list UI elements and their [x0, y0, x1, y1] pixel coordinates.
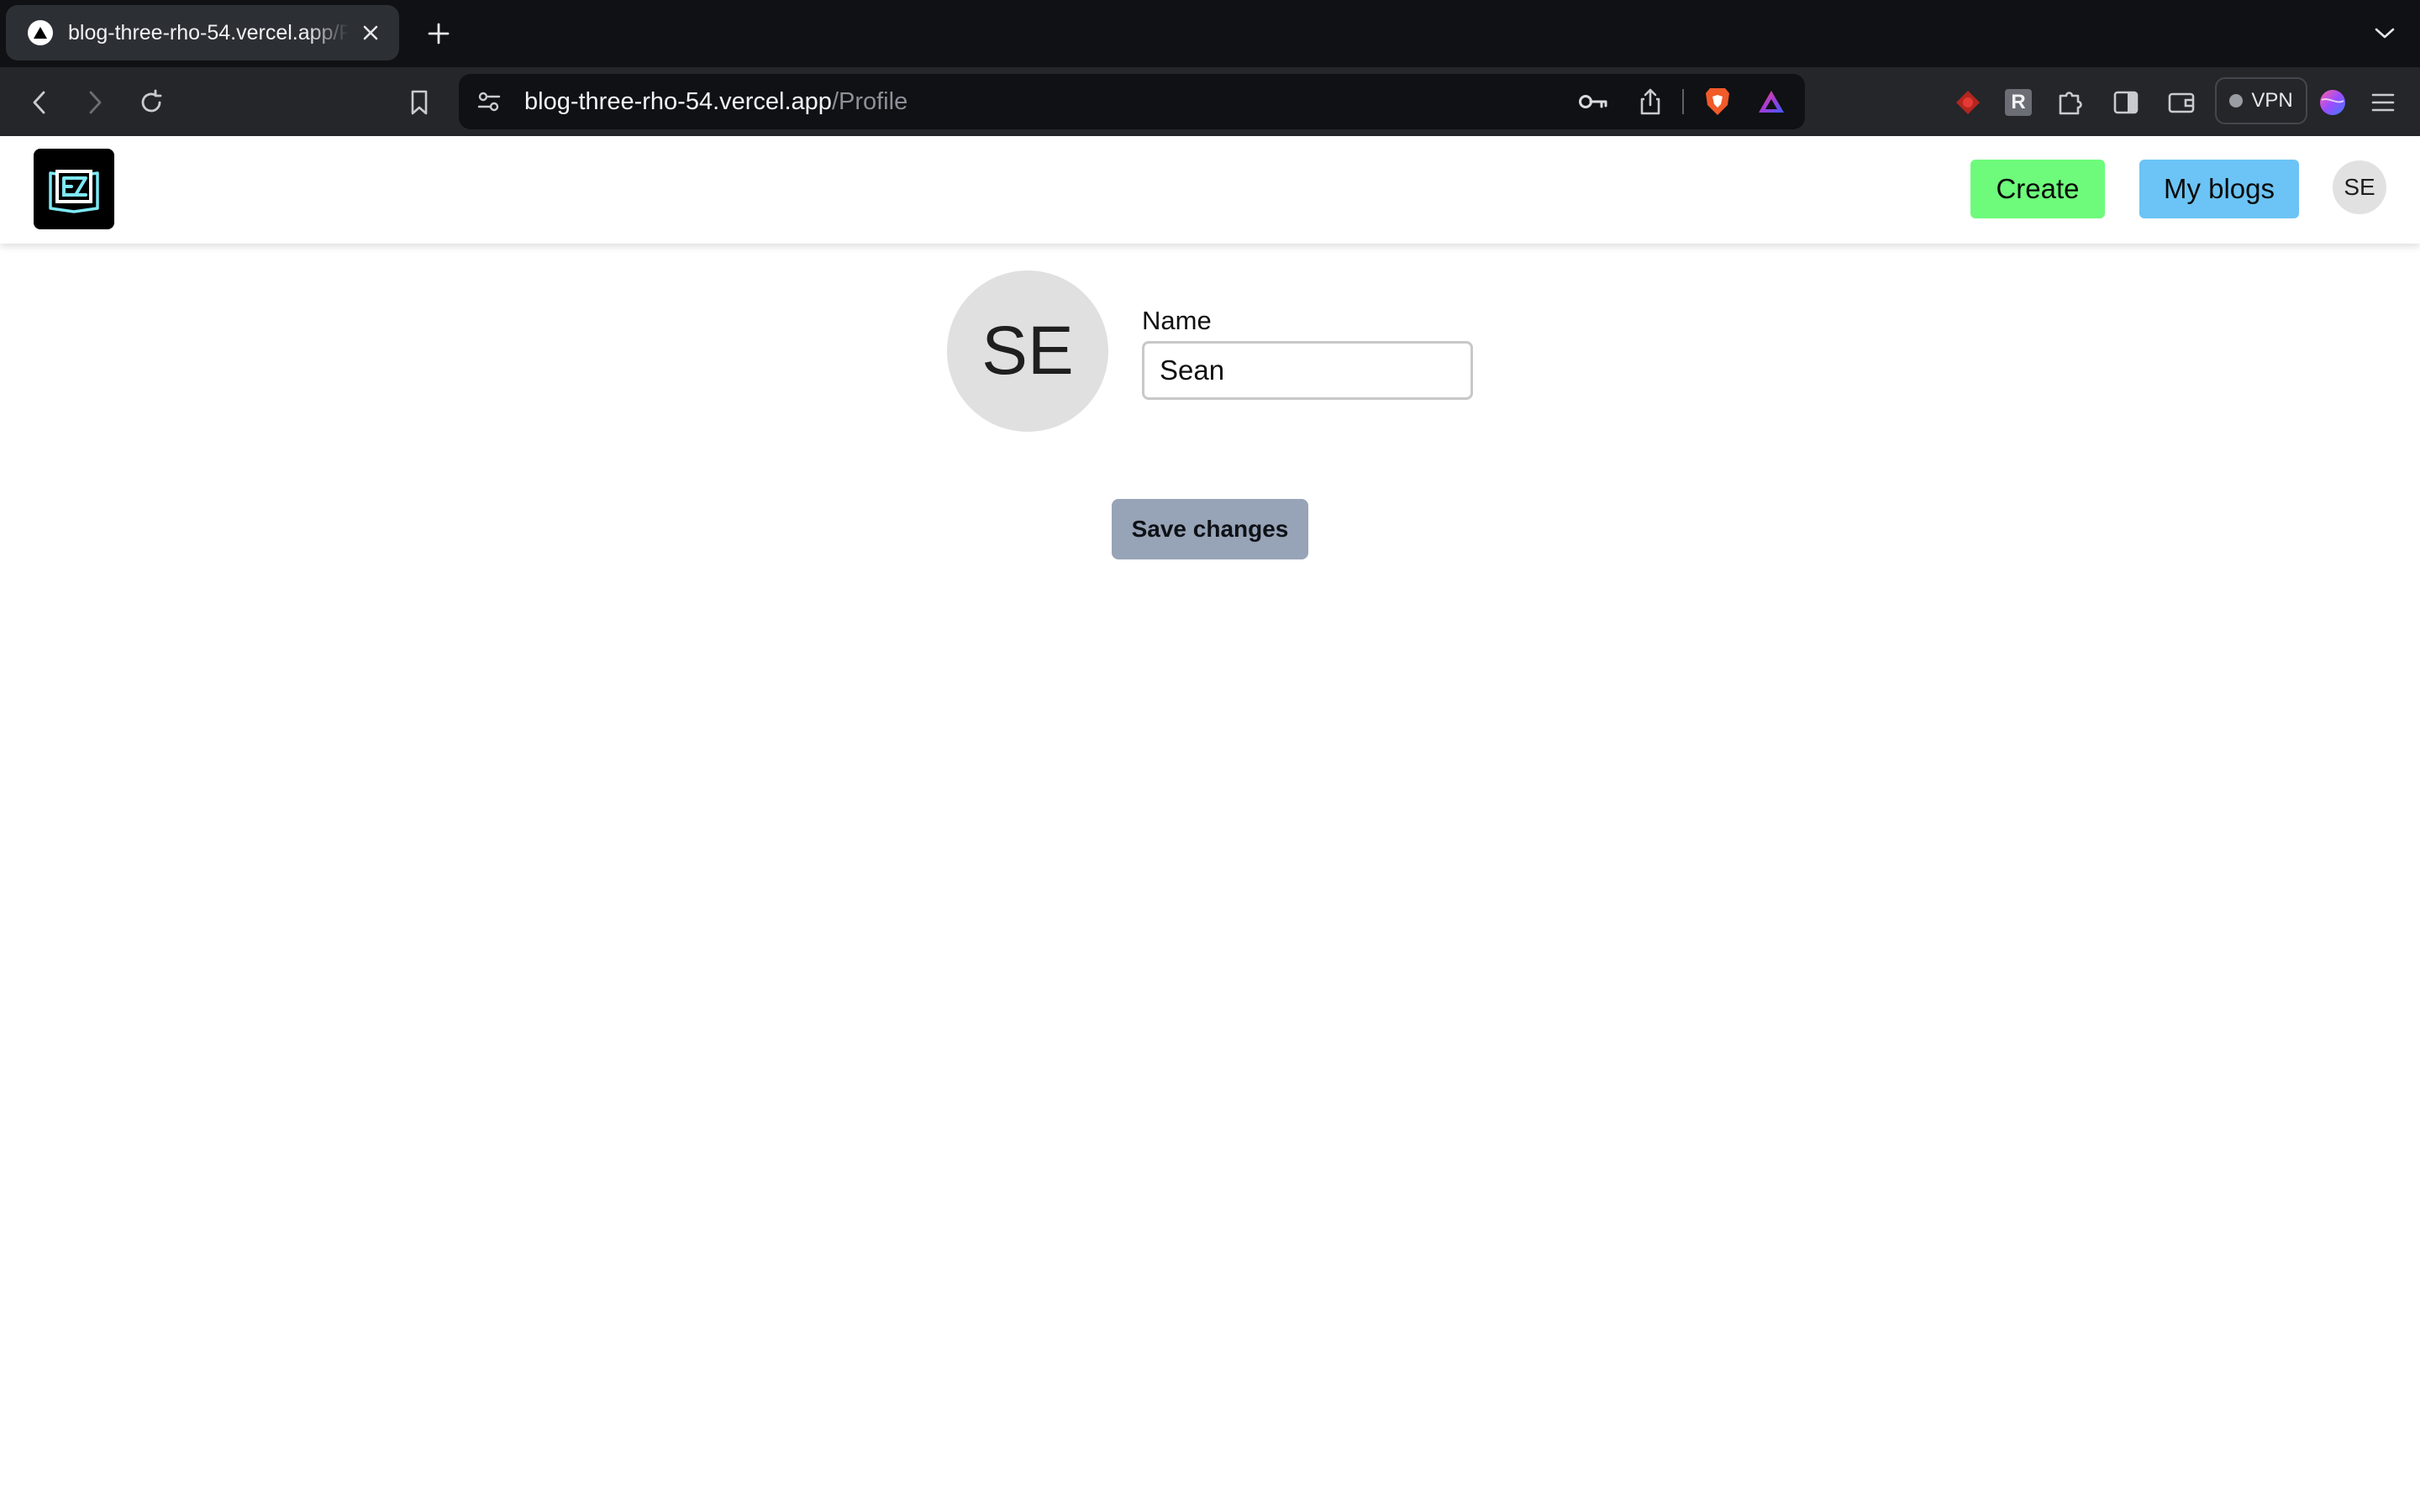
bookmark-button[interactable]	[401, 84, 438, 121]
site-settings-icon[interactable]	[472, 85, 506, 118]
main-menu-button[interactable]	[2365, 84, 2402, 121]
site-header: Create My blogs SE	[0, 136, 2420, 244]
chevron-down-icon	[2375, 28, 2395, 39]
extension-r-button[interactable]: R	[2000, 84, 2037, 121]
url-text[interactable]: blog-three-rho-54.vercel.app/Profile	[524, 74, 908, 129]
share-icon[interactable]	[1634, 85, 1667, 118]
close-icon[interactable]	[357, 19, 384, 46]
url-path: /Profile	[831, 87, 908, 115]
vpn-label: VPN	[2251, 89, 2293, 112]
my-blogs-button[interactable]: My blogs	[2139, 160, 2299, 218]
tab-title: blog-three-rho-54.vercel.app/Profile	[68, 20, 349, 45]
brave-rewards-triangle-icon[interactable]	[1754, 85, 1788, 118]
extensions-button[interactable]	[2052, 84, 2089, 121]
save-changes-button[interactable]: Save changes	[1112, 499, 1308, 559]
profile-globe-icon	[2320, 90, 2345, 115]
sidebar-icon	[2113, 91, 2139, 114]
sidebar-button[interactable]	[2107, 84, 2144, 121]
arrow-left-icon	[33, 91, 45, 114]
tab-search-button[interactable]	[2368, 17, 2402, 50]
new-tab-button[interactable]	[422, 17, 455, 50]
name-label: Name	[1142, 306, 1212, 335]
name-input[interactable]	[1142, 341, 1473, 400]
bookmark-icon	[411, 90, 428, 115]
vpn-status-dot	[2229, 94, 2244, 108]
profile-button[interactable]	[2314, 84, 2351, 121]
extension-red-button[interactable]	[1949, 84, 1986, 121]
browser-tab-active[interactable]: blog-three-rho-54.vercel.app/Profile	[6, 5, 399, 60]
wallet-button[interactable]	[2163, 84, 2200, 121]
forward-button[interactable]	[76, 84, 113, 121]
browser-tab-bar: blog-three-rho-54.vercel.app/Profile	[0, 0, 2420, 67]
wallet-icon	[2168, 92, 2195, 113]
arrow-right-icon	[89, 91, 102, 114]
divider	[1682, 89, 1684, 114]
back-button[interactable]	[21, 84, 58, 121]
ez-book-logo-icon	[49, 170, 99, 213]
address-bar[interactable]: blog-three-rho-54.vercel.app/Profile	[459, 74, 1805, 129]
reload-button[interactable]	[133, 84, 170, 121]
vpn-button[interactable]: VPN	[2215, 77, 2307, 124]
reload-icon	[141, 89, 162, 113]
red-shield-extension-icon	[1956, 91, 1980, 114]
profile-avatar[interactable]: SE	[947, 270, 1108, 432]
hamburger-menu-icon	[2371, 93, 2395, 112]
puzzle-icon	[2059, 92, 2082, 115]
browser-toolbar: blog-three-rho-54.vercel.app/Profile R V…	[0, 67, 2420, 136]
plus-icon	[428, 23, 450, 45]
user-avatar[interactable]: SE	[2333, 160, 2386, 214]
r-extension-icon: R	[2005, 89, 2032, 116]
url-host: blog-three-rho-54.vercel.app	[524, 87, 832, 115]
key-icon[interactable]	[1576, 85, 1610, 118]
site-logo[interactable]	[34, 149, 114, 229]
create-button[interactable]: Create	[1970, 160, 2105, 218]
brave-lion-icon[interactable]	[1701, 85, 1734, 118]
vercel-triangle-icon	[28, 20, 53, 45]
